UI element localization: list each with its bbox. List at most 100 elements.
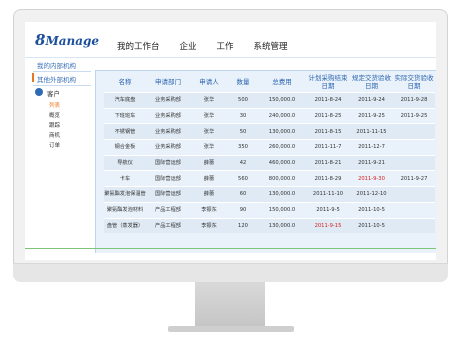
app-logo[interactable]: 8Manage [35, 31, 99, 49]
cell-quantity: 90 [228, 201, 258, 218]
sidebar-link-internal-orgs[interactable]: 我的内部机构 [37, 60, 76, 70]
monitor-base [168, 326, 294, 332]
table-row[interactable]: 聚氨酯发泡材料 产品工程部 李振东 90 150,000.0 2011-9-5 … [104, 201, 435, 218]
sidebar-sub-orders[interactable]: 订单 [49, 141, 60, 149]
cell-quantity: 560 [228, 170, 258, 187]
cell-planned-end: 2011-8-29 [306, 170, 350, 187]
table-row[interactable]: 不锈钢管 业务采购部 张华 50 130,000.0 2011-8-15 201… [104, 123, 435, 140]
nav-item-system-admin[interactable]: 系统管理 [254, 40, 288, 52]
cell-department: 国际营运部 [146, 170, 190, 187]
table-row[interactable]: 下班班车 业务采购部 张华 30 240,000.0 2011-8-25 201… [104, 107, 435, 124]
cell-department: 业务采购部 [146, 92, 190, 109]
cell-applicant: 李振东 [190, 217, 228, 234]
cell-department: 业务采购部 [146, 107, 190, 124]
cell-applicant: 张华 [190, 123, 228, 140]
cell-actual-delivery [393, 154, 435, 171]
top-bar: 8Manage 我的工作台 企业 工作 系统管理 [25, 22, 436, 58]
cell-quantity: 60 [228, 186, 258, 203]
cell-planned-end: 2011-9-5 [306, 201, 350, 218]
sidebar-customer-label[interactable]: 客户 [47, 88, 60, 98]
cell-applicant: 张华 [190, 139, 228, 156]
cell-applicant: 薛蕾 [190, 186, 228, 203]
cell-quantity: 50 [228, 123, 258, 140]
cell-department: 国际营运部 [146, 154, 190, 171]
sidebar-sub-list[interactable]: 列表 [49, 101, 60, 109]
cell-total-cost: 460,000.0 [258, 154, 306, 171]
main-nav: 我的工作台 企业 工作 系统管理 [117, 40, 288, 52]
cell-total-cost: 800,000.0 [258, 170, 306, 187]
cell-required-delivery: 2011-9-25 [350, 107, 393, 124]
cell-quantity: 500 [228, 92, 258, 109]
cell-applicant: 李振东 [190, 201, 228, 218]
table-row[interactable]: 盘管（蒸发器） 产品工程部 李振东 120 130,000.0 2011-9-1… [104, 217, 435, 234]
col-header-quantity[interactable]: 数量 [228, 71, 258, 93]
cell-planned-end: 2011-11-10 [306, 186, 350, 203]
cell-department: 国际营运部 [146, 186, 190, 203]
cell-required-delivery: 2011-12-7 [350, 139, 393, 156]
app-screen: 8Manage 我的工作台 企业 工作 系统管理 我的内部机构 其他外部机构 客… [25, 22, 436, 260]
col-header-department[interactable]: 申请部门 [146, 71, 190, 93]
cell-total-cost: 130,000.0 [258, 123, 306, 140]
cell-applicant: 薛蕾 [190, 154, 228, 171]
table-row[interactable]: 卡车 国际营运部 薛蕾 560 800,000.0 2011-8-29 2011… [104, 170, 435, 187]
nav-item-enterprise[interactable]: 企业 [180, 40, 197, 52]
col-header-required-delivery[interactable]: 规定交货验收日期 [350, 71, 393, 93]
table-header-row: 名称 申请部门 申请人 数量 总费用 计划采购结束日期 规定交货验收日期 实际交… [104, 71, 435, 93]
cell-total-cost: 150,000.0 [258, 92, 306, 109]
cell-name: 导航仪 [104, 154, 146, 171]
content-panel: 名称 申请部门 申请人 数量 总费用 计划采购结束日期 规定交货验收日期 实际交… [95, 70, 436, 253]
cell-required-delivery: 2011-12-10 [350, 186, 393, 203]
cell-name: 钢合金板 [104, 139, 146, 156]
sidebar-divider [33, 71, 91, 72]
cell-planned-end: 2011-8-24 [306, 92, 350, 109]
cell-quantity: 350 [228, 139, 258, 156]
cell-planned-end: 2011-8-25 [306, 107, 350, 124]
sidebar-sub-tracking[interactable]: 跟踪 [49, 121, 60, 129]
cell-required-delivery: 2011-9-24 [350, 92, 393, 109]
sidebar-sub-opportunity[interactable]: 商机 [49, 131, 60, 139]
cell-actual-delivery [393, 123, 435, 140]
cell-applicant: 薛蕾 [190, 170, 228, 187]
cell-planned-end: 2011-9-15 [306, 217, 350, 234]
user-icon [35, 88, 43, 96]
cell-required-delivery: 2011-11-15 [350, 123, 393, 140]
cell-planned-end: 2011-11-7 [306, 139, 350, 156]
cell-actual-delivery [393, 139, 435, 156]
sidebar-link-external-orgs[interactable]: 其他外部机构 [37, 74, 76, 84]
nav-item-work[interactable]: 工作 [217, 40, 234, 52]
col-header-applicant[interactable]: 申请人 [190, 71, 228, 93]
table-row[interactable]: 导航仪 国际营运部 薛蕾 42 460,000.0 2011-8-21 2011… [104, 154, 435, 171]
cell-quantity: 42 [228, 154, 258, 171]
cell-actual-delivery [393, 186, 435, 203]
sidebar-sub-overview[interactable]: 概览 [49, 111, 60, 119]
col-header-total-cost[interactable]: 总费用 [258, 71, 306, 93]
table-row[interactable]: 聚氨酯发泡保温管 国际营运部 薛蕾 60 130,000.0 2011-11-1… [104, 186, 435, 203]
cell-name: 聚氨酯发泡保温管 [104, 186, 146, 203]
cell-name: 盘管（蒸发器） [104, 217, 146, 234]
monitor-stand [195, 282, 265, 330]
purchase-table: 名称 申请部门 申请人 数量 总费用 计划采购结束日期 规定交货验收日期 实际交… [104, 71, 435, 234]
cell-total-cost: 130,000.0 [258, 186, 306, 203]
cell-department: 产品工程部 [146, 201, 190, 218]
table-row[interactable]: 钢合金板 业务采购部 张华 350 260,000.0 2011-11-7 20… [104, 139, 435, 156]
cell-actual-delivery: 2011-9-27 [393, 170, 435, 187]
table-row[interactable]: 汽车底盘 业务采购部 张华 500 150,000.0 2011-8-24 20… [104, 92, 435, 109]
logo-text: Manage [45, 34, 100, 48]
nav-item-workbench[interactable]: 我的工作台 [117, 40, 160, 52]
cell-quantity: 120 [228, 217, 258, 234]
cell-department: 业务采购部 [146, 139, 190, 156]
cell-name: 聚氨酯发泡材料 [104, 201, 146, 218]
cell-actual-delivery [393, 217, 435, 234]
cell-required-delivery: 2011-9-21 [350, 154, 393, 171]
col-header-name[interactable]: 名称 [104, 71, 146, 93]
col-header-planned-end[interactable]: 计划采购结束日期 [306, 71, 350, 93]
cell-required-delivery: 2011-10-5 [350, 217, 393, 234]
cell-name: 下班班车 [104, 107, 146, 124]
table-body: 汽车底盘 业务采购部 张华 500 150,000.0 2011-8-24 20… [104, 92, 435, 234]
cell-planned-end: 2011-8-15 [306, 123, 350, 140]
monitor-chin [13, 263, 448, 282]
cell-required-delivery: 2011-10-5 [350, 201, 393, 218]
cell-total-cost: 260,000.0 [258, 139, 306, 156]
col-header-actual-delivery[interactable]: 实际交货验收日期 [393, 71, 435, 93]
cell-name: 不锈钢管 [104, 123, 146, 140]
